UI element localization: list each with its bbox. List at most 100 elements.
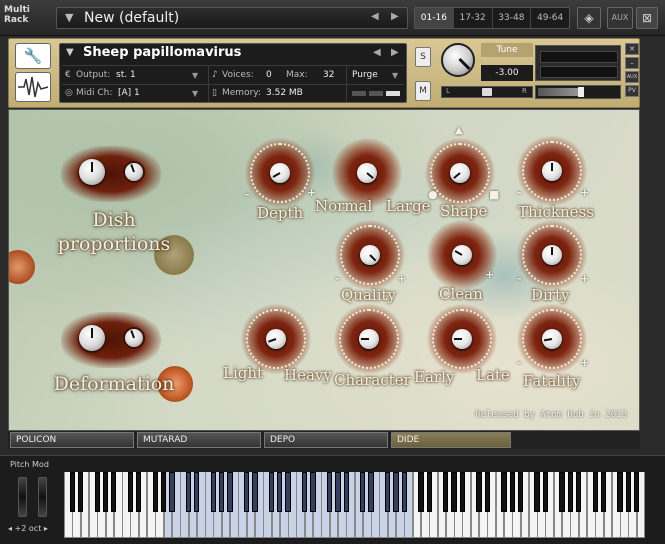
pitch-wheel[interactable] (18, 477, 27, 517)
black-key[interactable] (559, 472, 565, 512)
piano-keyboard[interactable] (64, 472, 646, 538)
light-heavy-knob[interactable] (266, 329, 286, 349)
black-key[interactable] (136, 472, 142, 512)
page-01-16[interactable]: 01-16 (415, 8, 454, 28)
fatality-knob[interactable] (542, 329, 562, 349)
max-voices-value[interactable]: 32 (323, 70, 334, 80)
black-key[interactable] (451, 472, 457, 512)
black-key[interactable] (252, 472, 258, 512)
black-key[interactable] (285, 472, 291, 512)
black-key[interactable] (534, 472, 540, 512)
waveform-icon[interactable] (15, 72, 51, 102)
black-key[interactable] (194, 472, 200, 512)
black-key[interactable] (393, 472, 399, 512)
black-key[interactable] (243, 472, 250, 512)
dropdown-icon[interactable]: ▼ (66, 47, 74, 58)
quality-knob[interactable] (360, 245, 380, 265)
dropdown-icon[interactable]: ▼ (65, 11, 73, 24)
character-knob[interactable] (359, 329, 379, 349)
output-dropdown-icon[interactable]: ▼ (192, 71, 198, 80)
tab-mutarad[interactable]: MUTARAD (137, 432, 261, 448)
prev-preset-icon[interactable]: ◀ (371, 11, 379, 22)
black-key[interactable] (617, 472, 623, 512)
dish-proportions-knob-2[interactable] (123, 161, 145, 183)
octave-up-icon[interactable]: ▸ (44, 524, 48, 533)
black-key[interactable] (210, 472, 217, 512)
black-key[interactable] (459, 472, 466, 512)
black-key[interactable] (600, 472, 607, 512)
tab-dide[interactable]: DIDE (391, 432, 511, 448)
black-key[interactable] (268, 472, 275, 512)
mute-button[interactable]: M (415, 81, 431, 101)
black-key[interactable] (634, 472, 640, 512)
pv-button[interactable]: PV (625, 85, 639, 97)
rack-view-icon[interactable]: ◈ (577, 7, 601, 29)
deformation-knob-2[interactable] (123, 327, 145, 349)
tune-value[interactable]: -3.00 (481, 65, 533, 81)
black-key[interactable] (77, 472, 84, 512)
black-key[interactable] (443, 472, 449, 512)
volume-slider[interactable] (535, 85, 621, 99)
black-key[interactable] (509, 472, 515, 512)
black-key[interactable] (326, 472, 333, 512)
solo-button[interactable]: S (415, 47, 431, 67)
black-key[interactable] (592, 472, 598, 512)
volume-thumb[interactable] (578, 87, 584, 97)
page-33-48[interactable]: 33-48 (493, 8, 532, 28)
dirty-knob[interactable] (542, 245, 562, 265)
black-key[interactable] (418, 472, 424, 512)
black-key[interactable] (302, 472, 308, 512)
mod-wheel[interactable] (38, 477, 47, 517)
octave-down-icon[interactable]: ◂ (8, 524, 12, 533)
black-key[interactable] (517, 472, 524, 512)
next-instrument-icon[interactable]: ▶ (391, 47, 399, 58)
black-key[interactable] (127, 472, 134, 512)
wrench-icon[interactable]: 🔧 (15, 43, 51, 69)
output-value[interactable]: st. 1 (116, 70, 136, 80)
dish-proportions-knob-1[interactable] (79, 159, 105, 185)
pan-slider[interactable]: L R (441, 86, 533, 98)
black-key[interactable] (160, 472, 167, 512)
thickness-knob[interactable] (542, 161, 562, 181)
clean-dirty-knob[interactable] (452, 245, 472, 265)
instrument-name[interactable]: Sheep papillomavirus (83, 45, 241, 60)
black-key[interactable] (360, 472, 366, 512)
black-key[interactable] (94, 472, 100, 512)
black-key[interactable] (542, 472, 549, 512)
black-key[interactable] (426, 472, 432, 512)
black-key[interactable] (277, 472, 283, 512)
deformation-knob-1[interactable] (79, 325, 105, 351)
midi-dropdown-icon[interactable]: ▼ (192, 89, 198, 98)
black-key[interactable] (102, 472, 109, 512)
black-key[interactable] (401, 472, 407, 512)
black-key[interactable] (385, 472, 391, 512)
black-key[interactable] (185, 472, 192, 512)
purge-menu[interactable]: Purge (352, 70, 378, 80)
octave-selector[interactable]: ◂ +2 oct ▸ (8, 524, 48, 533)
black-key[interactable] (476, 472, 482, 512)
black-key[interactable] (69, 472, 75, 512)
pan-thumb[interactable] (482, 88, 492, 96)
early-late-knob[interactable] (452, 329, 472, 349)
shape-knob[interactable] (450, 163, 470, 183)
next-preset-icon[interactable]: ▶ (391, 11, 399, 22)
black-key[interactable] (368, 472, 374, 512)
preset-selector[interactable]: ▼ New (default) ◀ ▶ (56, 7, 408, 29)
normal-large-knob[interactable] (357, 163, 377, 183)
black-key[interactable] (501, 472, 507, 512)
black-key[interactable] (111, 472, 117, 512)
depth-knob[interactable] (270, 163, 290, 183)
page-17-32[interactable]: 17-32 (454, 8, 493, 28)
black-key[interactable] (575, 472, 582, 512)
page-49-64[interactable]: 49-64 (531, 8, 569, 28)
aux-button[interactable]: AUX (607, 7, 633, 29)
black-key[interactable] (227, 472, 233, 512)
prev-instrument-icon[interactable]: ◀ (373, 47, 381, 58)
close-instrument-icon[interactable]: ✕ (625, 43, 639, 55)
tab-policon[interactable]: POLICON (10, 432, 134, 448)
black-key[interactable] (335, 472, 341, 512)
black-key[interactable] (310, 472, 316, 512)
black-key[interactable] (169, 472, 175, 512)
tune-knob[interactable] (441, 43, 475, 77)
black-key[interactable] (567, 472, 573, 512)
